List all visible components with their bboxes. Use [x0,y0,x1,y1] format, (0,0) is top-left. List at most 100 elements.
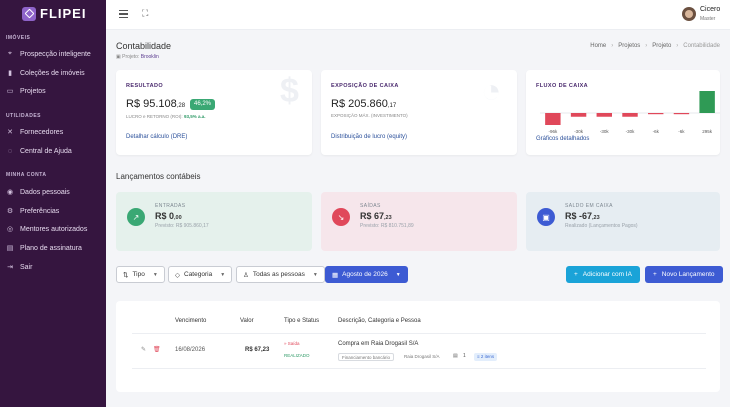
breadcrumb-projeto[interactable]: Projeto [652,43,671,49]
graficos-detalhados-link[interactable]: Gráficos detalhados [536,136,589,142]
card-exposicao: ◔ EXPOSIÇÃO DE CAIXA R$ 205.860,17 EXPOS… [321,70,517,155]
stat-label: SALDO EM CAIXA [565,203,613,209]
fullscreen-icon[interactable]: ⛶ [142,9,151,18]
card-label: FLUXO DE CAIXA [536,83,589,89]
project-name[interactable]: Brooklin [141,54,159,60]
chevron-down-icon: ▼ [220,271,226,278]
logout-icon: ⇥ [7,264,13,271]
row-pessoa: Raia Drogasil S/A [404,354,440,359]
sidebar-item-preferencias[interactable]: ⚙ Preferências [6,204,59,218]
exposicao-sub: EXPOSIÇÃO MÁX. (INVESTIMENTO) [331,113,408,118]
sidebar-item-label: Projetos [20,87,46,95]
chevron-down-icon: ▼ [152,271,158,278]
avatar[interactable] [682,7,696,21]
resultado-value-cents: ,28 [176,103,186,109]
new-entry-button[interactable]: + Novo Lançamento [645,266,723,283]
tools-icon: ✕ [7,129,13,136]
sidebar-item-ajuda[interactable]: ◌ Central de Ajuda [6,144,72,158]
row-valor: R$ 67,23 [245,347,270,353]
header-divider [132,333,706,334]
sidebar-item-label: Prospecção inteligente [20,50,91,58]
pin-icon: ⌖ [8,50,12,57]
roi-badge: 46,2% [190,99,216,110]
person-icon: ♙ [243,271,249,279]
card-resultado: $ RESULTADO R$ 95.108,28 46,2% LUCRO e R… [116,70,312,155]
sidebar-item-sair[interactable]: ⇥ Sair [6,260,32,274]
chevron-right-icon: › [645,43,648,49]
sidebar-item-colecoes[interactable]: ▮ Coleções de imóveis [6,66,85,80]
stat-value: R$ 67,23 [360,211,392,221]
sidebar-item-projetos[interactable]: ▭ Projetos [6,84,46,98]
filter-tipo[interactable]: ⇅ Tipo ▼ [116,266,165,283]
resultado-value-main: R$ 95.108 [126,98,177,110]
distribuicao-lucro-link[interactable]: Distribuição de lucro (equity) [331,134,407,140]
column-header-vencimento: Vencimento [175,318,207,324]
menu-icon[interactable] [119,10,128,18]
plus-icon: + [653,271,657,278]
sidebar: FLIPEI IMÓVEIS ⌖ Prospecção inteligente ▮… [0,0,106,407]
stat-label: ENTRADAS [155,203,186,209]
chart-data-label: -6k [678,129,685,134]
sidebar-item-label: Dados pessoais [20,188,70,196]
new-entry-label: Novo Lançamento [661,271,715,278]
trash-icon[interactable]: 🗑 [153,346,161,353]
row-descricao: Compra em Raia Drogasil S/A [338,341,419,347]
detalhar-calculo-link[interactable]: Detalhar cálculo (DRE) [126,134,187,140]
entradas-value-main: R$ 0 [155,211,175,221]
chevron-right-icon: › [611,43,614,49]
chart-data-label: -6k [653,129,660,134]
breadcrumb-projetos[interactable]: Projetos [618,43,640,49]
sidebar-item-dados-pessoais[interactable]: ◉ Dados pessoais [6,185,70,199]
card-fluxo-caixa: FLUXO DE CAIXA -96k -30k -30k -30k -6k -6k 295… [526,70,720,155]
sidebar-item-label: Sair [20,263,33,271]
filter-categoria-label: Categoria [184,271,213,278]
user-name[interactable]: Cicero [700,6,720,13]
saidas-value-main: R$ 67 [360,211,385,221]
sidebar-item-label: Preferências [20,207,60,215]
attachment-icon: ▤ [453,353,458,359]
chart-data-label: -30k [600,129,610,134]
cash-flow-chart: -96k -30k -30k -30k -6k -6k 295k [540,91,720,134]
row-itens-pill[interactable]: ≡ 2 itens [474,353,498,361]
chart-bar [570,113,587,117]
stat-saidas: ↘ SAÍDAS R$ 67,23 Previsto: R$ 810.751,8… [321,192,517,251]
sidebar-item-mentores[interactable]: ◎ Mentores autorizados [6,222,87,236]
breadcrumb: Home › Projetos › Projeto › Contabilidad… [590,43,720,49]
card-icon: ▤ [6,245,14,252]
sidebar-item-label: Mentores autorizados [20,225,88,233]
chart-bar [699,91,715,113]
sidebar-item-plano[interactable]: ▤ Plano de assinatura [6,241,82,255]
sidebar-item-label: Coleções de imóveis [20,69,85,77]
app-logo[interactable]: FLIPEI [22,6,86,21]
filter-tipo-label: Tipo [132,271,145,278]
calendar-icon: ▦ [332,271,339,279]
stat-sub: Previsto: R$ 905.860,17 [155,223,209,229]
project-prefix: Projeto: [122,54,140,60]
chart-bar [622,113,638,117]
sidebar-item-fornecedores[interactable]: ✕ Fornecedores [6,125,63,139]
section-title-lancamentos: Lançamentos contábeis [116,172,201,181]
column-header-valor: Valor [240,318,254,324]
stat-sub: Realizado (Lançamentos Pagos) [565,223,638,229]
sidebar-section-utilidades: UTILIDADES [6,113,41,119]
filter-pessoas[interactable]: ♙ Todas as pessoas ▼ [236,266,325,283]
user-icon: ◉ [6,189,14,196]
stat-saldo: ▣ SALDO EM CAIXA R$ -67,23 Realizado (La… [526,192,720,251]
sidebar-item-prospeccao[interactable]: ⌖ Prospecção inteligente [6,47,91,61]
add-with-ai-button[interactable]: + Adicionar com IA [566,266,640,283]
pie-chart-icon: ◔ [481,72,502,110]
saldo-value-main: R$ -67 [565,211,593,221]
tag-icon: ◇ [175,271,180,279]
logo-text: FLIPEI [40,6,87,21]
chart-data-label: -30k [626,129,636,134]
arrow-up-right-icon: ↗ [127,208,145,226]
filter-mes[interactable]: ▦ Agosto de 2026 ▼ [325,266,408,283]
chart-data-label: -30k [574,129,584,134]
help-icon: ◌ [7,147,13,155]
chevron-down-icon: ▼ [312,271,318,278]
edit-icon[interactable]: ✎ [141,346,146,353]
card-label: EXPOSIÇÃO DE CAIXA [331,83,399,89]
card-label: RESULTADO [126,83,164,89]
breadcrumb-home[interactable]: Home [590,43,606,49]
filter-categoria[interactable]: ◇ Categoria ▼ [168,266,233,283]
